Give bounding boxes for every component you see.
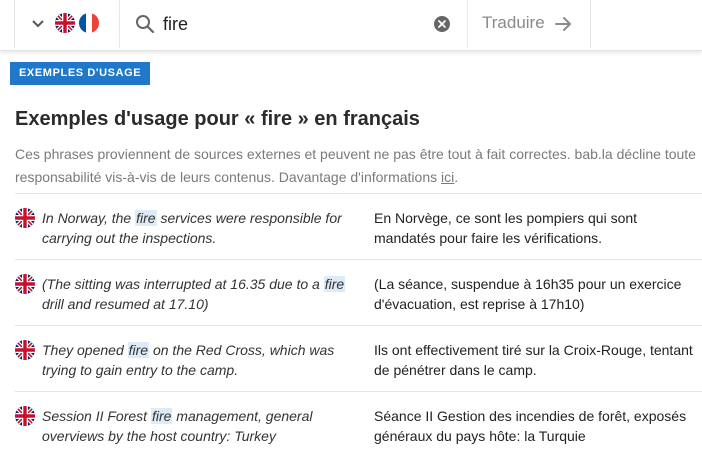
search-bar: Traduire (0, 0, 702, 51)
uk-flag-icon (15, 406, 35, 426)
disclaimer: Ces phrases proviennent de sources exter… (15, 143, 697, 189)
uk-flag-icon (15, 208, 35, 228)
target-sentence: Ils ont effectivement tiré sur la Croix-… (374, 342, 693, 378)
target-sentence: (La séance, suspendue à 16h35 pour un ex… (374, 276, 682, 312)
section-badge: EXEMPLES D'USAGE (10, 62, 151, 85)
example-row: In Norway, the fire services were respon… (15, 193, 702, 259)
france-flag-icon (79, 13, 99, 33)
highlighted-term: fire (150, 408, 173, 424)
source-sentence: (The sitting was interrupted at 16.35 du… (42, 274, 352, 314)
source-text: Session II Forest (42, 408, 151, 424)
source-sentence: In Norway, the fire services were respon… (42, 208, 352, 248)
highlighted-term: fire (323, 276, 346, 292)
target-sentence: Séance II Gestion des incendies de forêt… (374, 408, 687, 444)
highlighted-term: fire (135, 210, 157, 226)
more-info-link[interactable]: ici (441, 169, 454, 185)
source-sentence: They opened fire on the Red Cross, which… (42, 340, 352, 380)
source-sentence: Session II Forest fire management, gener… (42, 406, 352, 446)
target-sentence: En Norvège, ce sont les pompiers qui son… (374, 210, 638, 246)
highlighted-term: fire (127, 342, 150, 358)
example-row: (The sitting was interrupted at 16.35 du… (15, 259, 702, 325)
examples-list: In Norway, the fire services were respon… (15, 193, 702, 457)
search-input[interactable] (163, 10, 413, 38)
language-pair-selector[interactable] (14, 0, 120, 48)
uk-flag-icon (15, 274, 35, 294)
source-text: In Norway, the (42, 210, 136, 226)
disclaimer-end: . (454, 169, 459, 185)
source-text: drill and resumed at 17.10) (42, 296, 209, 312)
example-row: They opened fire on the Red Cross, which… (15, 325, 702, 391)
clear-icon[interactable] (433, 15, 451, 33)
disclaimer-text: Ces phrases proviennent de sources exter… (15, 146, 696, 185)
uk-flag-icon (15, 340, 35, 360)
translate-label: Traduire (482, 13, 545, 32)
uk-flag-icon (55, 13, 75, 33)
source-text: They opened (42, 342, 128, 358)
arrow-right-icon (555, 17, 571, 31)
example-row: Session II Forest fire management, gener… (15, 391, 702, 457)
translate-button[interactable]: Traduire (467, 0, 591, 48)
search-field-container (119, 0, 467, 48)
source-text: (The sitting was interrupted at 16.35 du… (42, 276, 324, 292)
page-title: Exemples d'usage pour « fire » en frança… (15, 108, 420, 130)
chevron-down-icon[interactable] (31, 19, 45, 29)
search-icon (136, 15, 155, 34)
